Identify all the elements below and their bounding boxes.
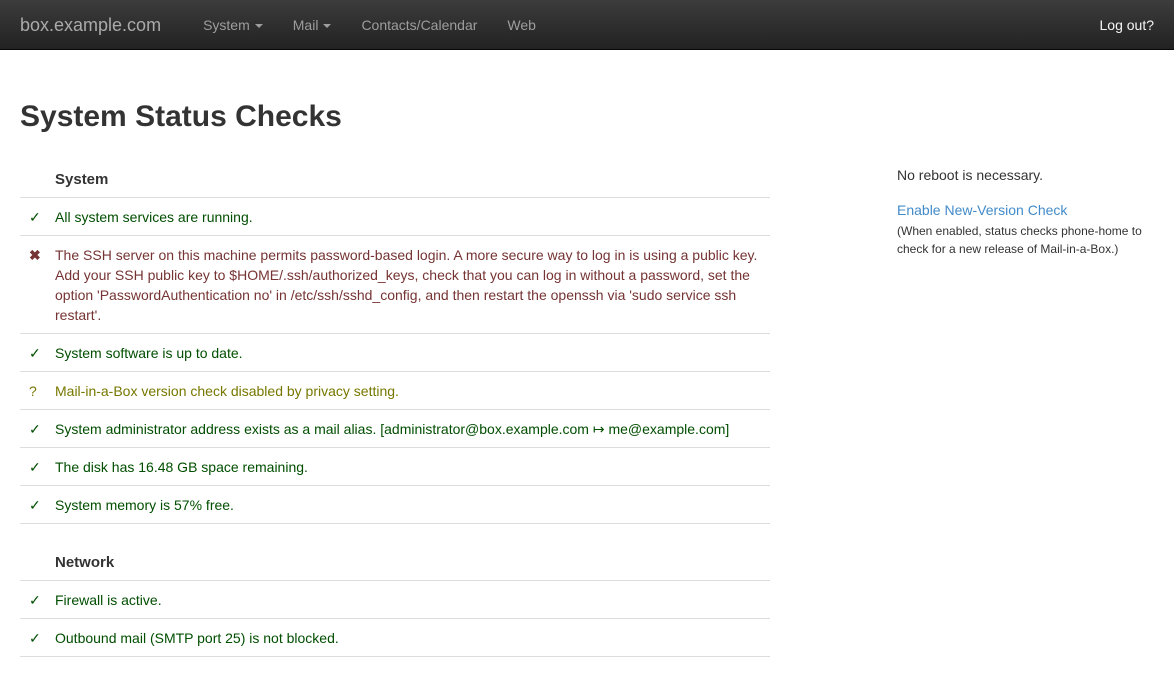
check-icon: ✓ <box>20 343 55 363</box>
status-text: The SSH server on this machine permits p… <box>55 245 770 325</box>
sidebar: No reboot is necessary. Enable New-Versi… <box>897 50 1154 657</box>
check-icon: ✓ <box>20 419 55 439</box>
version-check-note: (When enabled, status checks phone-home … <box>897 222 1154 258</box>
status-text: Mail-in-a-Box version check disabled by … <box>55 381 770 401</box>
navbar-item-mail: Mail <box>278 0 347 49</box>
check-icon: ✓ <box>20 457 55 477</box>
nav-link[interactable]: Web <box>492 0 551 50</box>
status-text: Firewall is active. <box>55 590 770 610</box>
top-navbar: box.example.com SystemMailContacts/Calen… <box>0 0 1174 50</box>
status-row: ?Mail-in-a-Box version check disabled by… <box>20 372 770 410</box>
check-icon: ✓ <box>20 590 55 610</box>
check-icon: ✓ <box>20 207 55 227</box>
status-row: ✓System software is up to date. <box>20 334 770 372</box>
status-text: Outbound mail (SMTP port 25) is not bloc… <box>55 628 770 648</box>
status-row: ✓System administrator address exists as … <box>20 410 770 448</box>
nav-link[interactable]: System <box>188 0 278 50</box>
status-row: ✓All system services are running. <box>20 198 770 236</box>
navbar-item-web: Web <box>492 0 551 49</box>
status-text: System administrator address exists as a… <box>55 419 770 439</box>
logout-link[interactable]: Log out? <box>1085 0 1170 49</box>
main-column: System Status Checks System✓All system s… <box>20 50 770 657</box>
check-icon: ✓ <box>20 628 55 648</box>
nav-link[interactable]: Contacts/Calendar <box>346 0 492 50</box>
reboot-status-text: No reboot is necessary. <box>897 165 1154 185</box>
nav-link[interactable]: Mail <box>278 0 347 50</box>
status-section-heading: System <box>20 161 770 198</box>
status-row: ✖The SSH server on this machine permits … <box>20 236 770 334</box>
caret-down-icon <box>323 24 331 28</box>
status-row: ✓The disk has 16.48 GB space remaining. <box>20 448 770 486</box>
navbar-brand[interactable]: box.example.com <box>0 0 176 49</box>
status-list: System✓All system services are running.✖… <box>20 161 770 657</box>
page-title: System Status Checks <box>20 100 770 133</box>
x-icon: ✖ <box>20 245 55 325</box>
check-icon: ✓ <box>20 495 55 515</box>
navbar-item-system: System <box>188 0 278 49</box>
caret-down-icon <box>255 24 263 28</box>
status-row: ✓System memory is 57% free. <box>20 486 770 524</box>
status-text: System software is up to date. <box>55 343 770 363</box>
enable-version-check-link[interactable]: Enable New-Version Check <box>897 200 1067 220</box>
question-icon: ? <box>20 381 55 401</box>
navbar-spacer <box>551 0 1085 49</box>
status-section-heading: Network <box>20 544 770 581</box>
page-content: System Status Checks System✓All system s… <box>0 50 1174 657</box>
navbar-item-contacts-calendar: Contacts/Calendar <box>346 0 492 49</box>
status-text: System memory is 57% free. <box>55 495 770 515</box>
status-row: ✓Outbound mail (SMTP port 25) is not blo… <box>20 619 770 657</box>
navbar-menu: SystemMailContacts/CalendarWeb <box>188 0 551 49</box>
status-text: The disk has 16.48 GB space remaining. <box>55 457 770 477</box>
status-row: ✓Firewall is active. <box>20 581 770 619</box>
status-text: All system services are running. <box>55 207 770 227</box>
